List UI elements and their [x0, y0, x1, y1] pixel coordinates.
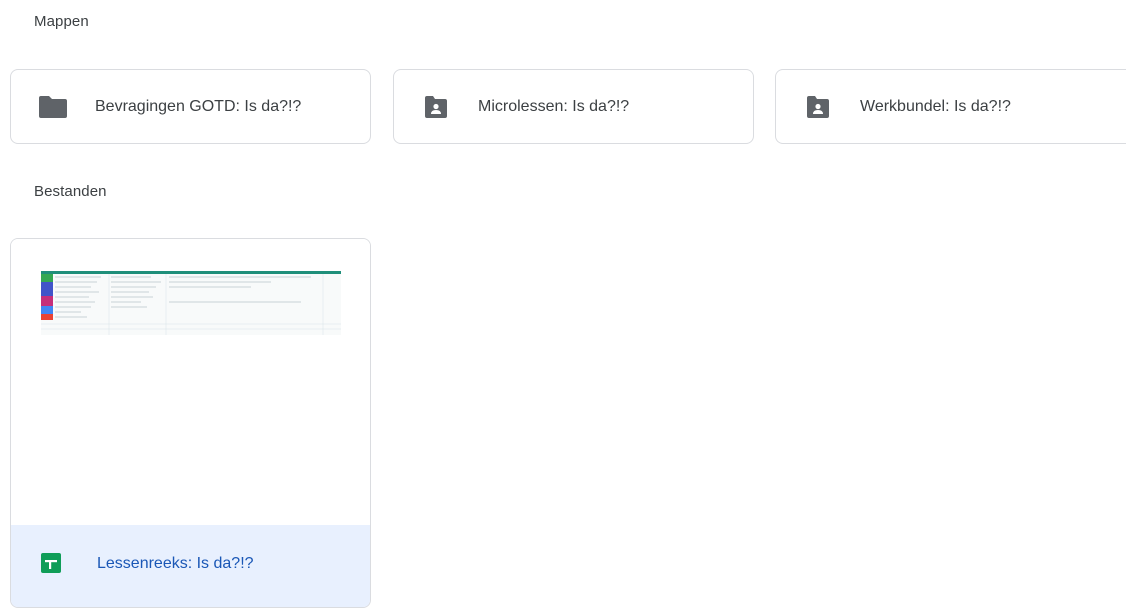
folder-card-werkbundel[interactable]: Werkbundel: Is da?!? [775, 69, 1126, 144]
file-card-lessenreeks[interactable]: Lessenreeks: Is da?!? [10, 238, 371, 608]
folder-name: Werkbundel: Is da?!? [860, 97, 1011, 115]
google-sheets-icon [41, 553, 61, 573]
folder-card-microlessen[interactable]: Microlessen: Is da?!? [393, 69, 754, 144]
folder-name: Bevragingen GOTD: Is da?!? [95, 97, 302, 115]
files-section-heading: Bestanden [34, 183, 107, 200]
folder-card-bevragingen[interactable]: Bevragingen GOTD: Is da?!? [10, 69, 371, 144]
shared-folder-icon [420, 95, 452, 119]
file-name: Lessenreeks: Is da?!? [97, 555, 254, 572]
folder-name: Microlessen: Is da?!? [478, 97, 630, 115]
folder-icon [37, 95, 69, 119]
shared-folder-icon [802, 95, 834, 119]
file-footer: Lessenreeks: Is da?!? [11, 525, 370, 607]
folders-section-heading: Mappen [34, 13, 89, 30]
file-thumbnail [11, 239, 370, 525]
